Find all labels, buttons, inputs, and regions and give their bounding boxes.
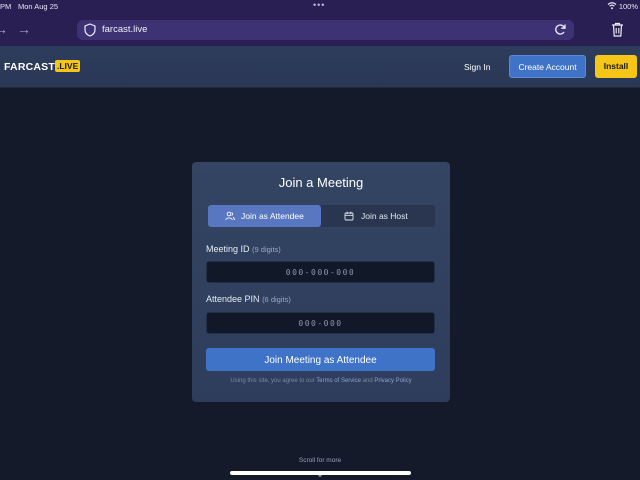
tab-label: Join as Host [361,211,408,221]
legal-prefix: Using this site, you agree to our [230,378,315,384]
status-bar: PM Mon Aug 25 ••• 100% [0,0,640,13]
status-time: PM [0,2,12,11]
attendee-pin-label-text: Attendee PIN [206,294,260,304]
role-tabs: Join as Attendee Join as Host [208,205,435,227]
browser-toolbar: → → farcast.live [0,13,640,46]
meeting-id-input[interactable] [206,261,435,283]
privacy-policy-link[interactable]: Privacy Policy [374,378,411,384]
wifi-icon [607,2,617,10]
reload-icon[interactable] [554,23,567,36]
meeting-id-label: Meeting ID (9 digits) [206,244,281,254]
attendee-pin-label: Attendee PIN (6 digits) [206,294,291,304]
trash-icon[interactable] [611,22,624,37]
calendar-icon [344,211,354,221]
legal-and: and [362,378,373,384]
tab-label: Join as Attendee [241,211,304,221]
brand-logo[interactable]: FARCAST [4,61,55,73]
create-account-button[interactable]: Create Account [509,55,586,78]
attendee-pin-input[interactable] [206,312,435,334]
site-header: FARCAST .LIVE Sign In Create Account Ins… [0,46,640,88]
url-text: farcast.live [102,24,148,35]
brand-badge: .LIVE [55,60,81,72]
install-button[interactable]: Install [595,55,637,78]
status-date: Mon Aug 25 [18,2,59,11]
sign-in-link[interactable]: Sign In [464,62,490,72]
legal-notice: Using this site, you agree to our Terms … [192,378,450,384]
card-title: Join a Meeting [278,175,364,190]
battery-level: 100% [618,2,638,11]
shield-icon [84,23,96,37]
meeting-id-label-text: Meeting ID [206,244,250,254]
users-icon [225,211,235,221]
tab-join-as-host[interactable]: Join as Host [322,205,435,227]
scroll-hint: Scroll for more [298,457,342,464]
home-indicator[interactable] [230,471,411,475]
address-bar[interactable]: farcast.live [77,20,574,40]
multitask-dots-icon[interactable]: ••• [313,0,325,10]
terms-of-service-link[interactable]: Terms of Service [316,378,361,384]
join-meeting-button[interactable]: Join Meeting as Attendee [206,348,435,371]
forward-arrow-icon[interactable]: → [17,21,33,37]
tab-join-as-attendee[interactable]: Join as Attendee [208,205,321,227]
join-meeting-card: Join a Meeting Join as Attendee Join as … [192,162,450,402]
meeting-id-hint: (9 digits) [252,245,281,254]
back-arrow-icon[interactable]: → [0,21,10,37]
attendee-pin-hint: (6 digits) [262,295,291,304]
